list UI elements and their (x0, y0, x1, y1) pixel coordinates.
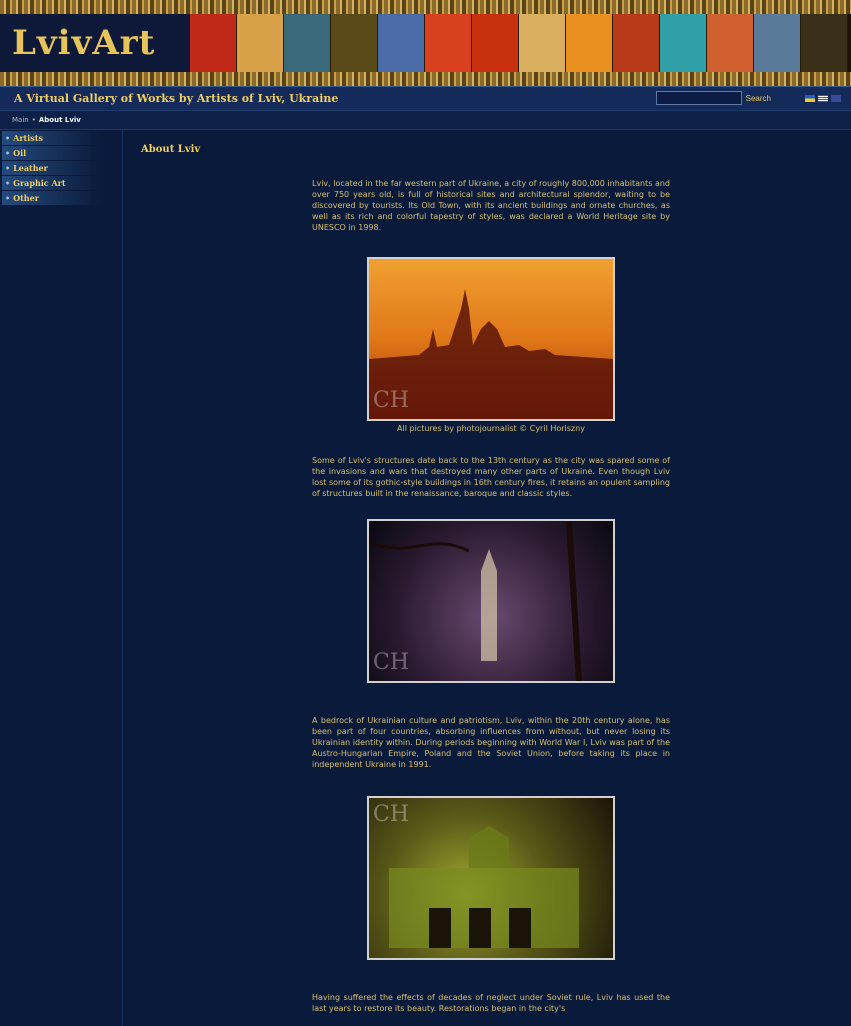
sidebar-item-label: Oil (13, 148, 27, 158)
photo-block: CH All pictures by photojournalist © Cyr… (312, 257, 670, 433)
breadcrumb-current: About Lviv (38, 116, 81, 124)
sidebar-item-label: Other (13, 193, 39, 203)
site-header: LvivArt (0, 0, 851, 86)
photo-block: CH (312, 796, 670, 960)
thumbnail[interactable] (707, 14, 754, 72)
photo-block: CH (312, 519, 670, 683)
page-title: About Lviv (141, 144, 201, 155)
search-form: Search (655, 91, 771, 105)
bullet-icon: • (5, 133, 11, 143)
paragraph: Having suffered the effects of decades o… (312, 993, 670, 1013)
thumbnail[interactable] (378, 14, 425, 72)
sunset-skyline-photo[interactable]: CH (367, 257, 615, 421)
bullet-icon: • (5, 163, 11, 173)
bullet-icon: • (5, 193, 11, 203)
thumbnail[interactable] (660, 14, 707, 72)
sidebar-item-leather[interactable]: • Leather (2, 161, 102, 175)
sidebar: • Artists • Oil • Leather • Graphic Art • Oth… (0, 130, 123, 1026)
uk-flag-icon[interactable] (831, 95, 841, 102)
sidebar-item-label: Leather (13, 163, 48, 173)
photo-caption: All pictures by photojournalist © Cyril … (397, 424, 585, 433)
ornamental-border (0, 0, 851, 14)
thumbnail[interactable] (425, 14, 472, 72)
search-input[interactable] (655, 91, 742, 105)
sidebar-item-other[interactable]: • Other (2, 191, 102, 205)
thumbnail[interactable] (801, 14, 848, 72)
paragraph: A bedrock of Ukrainian culture and patri… (312, 716, 670, 769)
thumbnail[interactable] (754, 14, 801, 72)
watermark-logo: CH (373, 388, 410, 413)
sidebar-item-artists[interactable]: • Artists (2, 131, 102, 145)
night-city-photo[interactable]: CH (367, 519, 615, 683)
breadcrumb-separator: • (31, 116, 36, 124)
sidebar-item-label: Artists (13, 133, 43, 143)
breadcrumb-home[interactable]: Main (12, 116, 29, 124)
thumbnail[interactable] (284, 14, 331, 72)
thumbnail[interactable] (566, 14, 613, 72)
watermark-logo: CH (373, 650, 410, 675)
sidebar-item-oil[interactable]: • Oil (2, 146, 102, 160)
logo-text: LvivArt (12, 23, 156, 63)
site-tagline: A Virtual Gallery of Works by Artists of… (14, 92, 339, 105)
thumbnail[interactable] (331, 14, 378, 72)
thumbnail[interactable] (519, 14, 566, 72)
illuminated-church-photo[interactable]: CH (367, 796, 615, 960)
search-button[interactable]: Search (746, 94, 771, 103)
gallery-thumbnail-strip (190, 14, 851, 72)
article: Lviv, located in the far western part of… (312, 178, 670, 1014)
thumbnail[interactable] (472, 14, 519, 72)
language-selector (805, 95, 841, 102)
thumbnail[interactable] (237, 14, 284, 72)
thumbnail[interactable] (613, 14, 660, 72)
us-flag-icon[interactable] (818, 95, 828, 102)
bullet-icon: • (5, 178, 11, 188)
ukrainian-flag-icon[interactable] (805, 95, 815, 102)
breadcrumb: Main • About Lviv (0, 110, 851, 130)
sidebar-item-graphic-art[interactable]: • Graphic Art (2, 176, 102, 190)
paragraph: Some of Lviv's structures date back to t… (312, 456, 671, 498)
sidebar-item-label: Graphic Art (13, 178, 66, 188)
site-logo[interactable]: LvivArt (0, 14, 190, 72)
thumbnail[interactable] (190, 14, 237, 72)
paragraph: Lviv, located in the far western part of… (312, 179, 670, 232)
main-content: About Lviv Lviv, located in the far west… (123, 130, 851, 1026)
bullet-icon: • (5, 148, 11, 158)
watermark-logo: CH (373, 802, 410, 827)
ornamental-border (0, 72, 851, 86)
tagline-bar: A Virtual Gallery of Works by Artists of… (0, 86, 851, 110)
